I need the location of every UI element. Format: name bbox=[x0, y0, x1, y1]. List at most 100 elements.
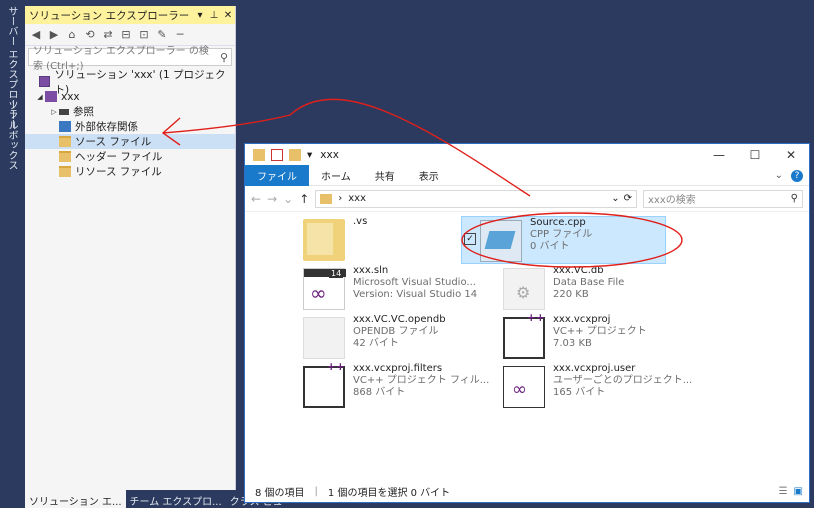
preview-icon[interactable]: ─ bbox=[173, 28, 187, 42]
tree-node[interactable]: ◢ xxx bbox=[25, 89, 235, 104]
show-files-icon[interactable]: ⊡ bbox=[137, 28, 151, 42]
expander-icon[interactable]: ◢ bbox=[35, 93, 45, 101]
tree-node[interactable]: 外部依存関係 bbox=[25, 119, 235, 134]
file-name: xxx.sln bbox=[353, 265, 389, 276]
file-name: xxx.VC.VC.opendb bbox=[353, 314, 446, 325]
solution-tree: ソリューション 'xxx' (1 プロジェクト) ◢ xxx ▷ 参照外部依存関係 ソース… bbox=[25, 69, 235, 179]
close-button[interactable]: ✕ bbox=[773, 148, 809, 162]
tree-node-label: 外部依存関係 bbox=[75, 121, 138, 133]
file-type: Data Base File bbox=[553, 277, 625, 288]
file-item[interactable]: xxx.vcxproj.filtersVC++ プロジェクト フィル...868… bbox=[303, 360, 503, 411]
vcxproj-filters-icon bbox=[303, 360, 345, 408]
collapse-all-icon[interactable]: ⊟ bbox=[119, 28, 133, 42]
forward-icon[interactable]: ▶ bbox=[47, 28, 61, 42]
file-detail: 165 バイト bbox=[553, 387, 606, 398]
file-type: OPENDB ファイル bbox=[353, 326, 439, 337]
dropdown-icon[interactable]: ▾ bbox=[193, 10, 207, 21]
blank-file-icon bbox=[303, 317, 345, 359]
file-type: ユーザーごとのプロジェクト... bbox=[553, 375, 693, 386]
solution-icon bbox=[38, 76, 51, 87]
back-icon[interactable]: ◀ bbox=[29, 28, 43, 42]
help-icon[interactable]: ? bbox=[791, 169, 803, 182]
maximize-button[interactable]: ☐ bbox=[737, 148, 773, 162]
large-icons-view-icon[interactable]: ▣ bbox=[794, 486, 803, 497]
vcxproj-icon bbox=[503, 311, 545, 359]
expander-icon[interactable]: ▷ bbox=[49, 108, 59, 116]
tab-file[interactable]: ファイル bbox=[245, 165, 309, 186]
solution-explorer-panel: ソリューション エクスプローラー ▾ ⊥ ✕ ◀ ▶ ⌂ ⟲ ⇄ ⊟ ⊡ ✎ ─… bbox=[25, 6, 293, 508]
file-name: xxx.vcxproj.user bbox=[553, 363, 636, 374]
file-item-text: .vs bbox=[353, 216, 367, 264]
tree-node[interactable]: ソース ファイル bbox=[25, 134, 235, 149]
folder-icon bbox=[253, 149, 265, 161]
file-name: xxx.vcxproj.filters bbox=[353, 363, 443, 374]
external-deps-icon bbox=[59, 121, 71, 132]
status-bar: 8 個の項目 | 1 個の項目を選択 0 バイト ☰ ▣ bbox=[255, 485, 803, 499]
file-item[interactable]: xxx.VC.VC.opendb OPENDB ファイル 42 バイト bbox=[303, 314, 503, 362]
address-path: xxx bbox=[348, 193, 367, 204]
solution-explorer-title: ソリューション エクスプローラー bbox=[29, 9, 190, 22]
address-bar[interactable]: › xxx ⌄ ⟳ bbox=[315, 189, 637, 208]
pin-icon[interactable]: ⊥ bbox=[207, 10, 221, 21]
file-item[interactable]: xxx.vcxproj.userユーザーごとのプロジェクト...165 バイト bbox=[503, 363, 703, 411]
properties-icon[interactable]: ✎ bbox=[155, 28, 169, 42]
history-icon[interactable]: ⟲ bbox=[83, 28, 97, 42]
tab-share[interactable]: 共有 bbox=[363, 165, 407, 186]
folder-icon bbox=[59, 136, 71, 147]
file-item[interactable]: 14 xxx.slnMicrosoft Visual Studio...Versi… bbox=[303, 265, 503, 313]
search-placeholder: xxxの検索 bbox=[648, 195, 696, 206]
solution-explorer-search[interactable]: ソリューション エクスプローラー の検索 (Ctrl+;) ⚲ bbox=[28, 46, 232, 72]
checkbox-icon[interactable]: ✓ bbox=[464, 233, 476, 245]
toolbox-tab[interactable]: ツールボックス bbox=[4, 100, 19, 170]
vcxproj-user-icon bbox=[503, 366, 545, 408]
search-icon: ⚲ bbox=[790, 193, 798, 204]
folder-icon bbox=[303, 219, 345, 261]
back-arrow-icon[interactable]: ← bbox=[251, 192, 261, 206]
file-item-text: xxx.vcxproj.user ユーザーごとのプロジェクト... 165 バイト bbox=[553, 363, 692, 411]
quick-access-dropdown-icon[interactable]: ▾ bbox=[307, 149, 312, 161]
file-detail: 0 バイト bbox=[530, 241, 570, 252]
tab-solution-explorer[interactable]: ソリューション エ... bbox=[25, 490, 126, 508]
file-item[interactable]: xxx.vcxprojVC++ プロジェクト7.03 KB bbox=[503, 311, 703, 362]
forward-arrow-icon[interactable]: → bbox=[267, 192, 277, 206]
address-dropdown-icon[interactable]: ⌄ bbox=[611, 193, 619, 204]
file-name: .vs bbox=[353, 216, 368, 227]
file-detail: 868 バイト bbox=[353, 387, 406, 398]
expand-ribbon-icon[interactable]: ⌄ bbox=[775, 170, 783, 181]
address-bar-row: ← → ⌄ ↑ › xxx ⌄ ⟳ xxxの検索 ⚲ bbox=[245, 186, 809, 212]
minimize-button[interactable]: — bbox=[701, 148, 737, 162]
tab-team-explorer[interactable]: チーム エクスプロ... bbox=[126, 490, 226, 508]
search-icon[interactable]: ⚲ bbox=[217, 50, 231, 64]
selection-info: 1 個の項目を選択 0 バイト bbox=[327, 487, 451, 499]
notepad-icon bbox=[480, 220, 522, 262]
file-type: Microsoft Visual Studio... bbox=[353, 277, 476, 288]
file-name: Source.cpp bbox=[530, 217, 586, 228]
sync-icon[interactable]: ⇄ bbox=[101, 28, 115, 42]
file-item-text: xxx.VC.VC.opendb OPENDB ファイル 42 バイト bbox=[353, 314, 446, 362]
new-folder-icon[interactable] bbox=[289, 149, 301, 161]
breadcrumb-chevron-icon[interactable]: › bbox=[338, 193, 342, 204]
search-input[interactable]: xxxの検索 ⚲ bbox=[643, 189, 803, 208]
file-item-text: Source.cpp CPP ファイル 0 バイト bbox=[530, 217, 592, 263]
tree-node-label: ヘッダー ファイル bbox=[75, 151, 163, 163]
home-icon[interactable]: ⌂ bbox=[65, 28, 79, 42]
file-explorer-window: ▾ xxx — ☐ ✕ ファイル ホーム 共有 表示 ⌄ ? ← → ⌄ ↑ ›… bbox=[244, 143, 810, 503]
recent-dropdown-icon[interactable]: ⌄ bbox=[283, 192, 293, 206]
up-arrow-icon[interactable]: ↑ bbox=[299, 192, 309, 206]
tree-node[interactable]: ▷ 参照 bbox=[25, 104, 235, 119]
properties-check-icon[interactable] bbox=[271, 149, 283, 161]
file-item[interactable]: ✓ Source.cpp CPP ファイル 0 バイト bbox=[461, 216, 666, 264]
refresh-icon[interactable]: ⟳ bbox=[624, 193, 632, 204]
file-detail: 42 バイト bbox=[353, 338, 399, 349]
tab-home[interactable]: ホーム bbox=[309, 165, 363, 186]
tree-node[interactable]: ソリューション 'xxx' (1 プロジェクト) bbox=[25, 69, 235, 96]
cpp-project-icon bbox=[45, 91, 57, 102]
window-title: xxx bbox=[320, 149, 339, 161]
version-badge: 14 bbox=[329, 269, 344, 278]
tree-node[interactable]: リソース ファイル bbox=[25, 164, 235, 179]
tree-node[interactable]: ヘッダー ファイル bbox=[25, 149, 235, 164]
tab-view[interactable]: 表示 bbox=[407, 165, 451, 186]
close-icon[interactable]: ✕ bbox=[221, 10, 235, 21]
file-item[interactable]: xxx.VC.dbData Base File220 KB bbox=[503, 265, 703, 313]
details-view-icon[interactable]: ☰ bbox=[779, 486, 788, 497]
